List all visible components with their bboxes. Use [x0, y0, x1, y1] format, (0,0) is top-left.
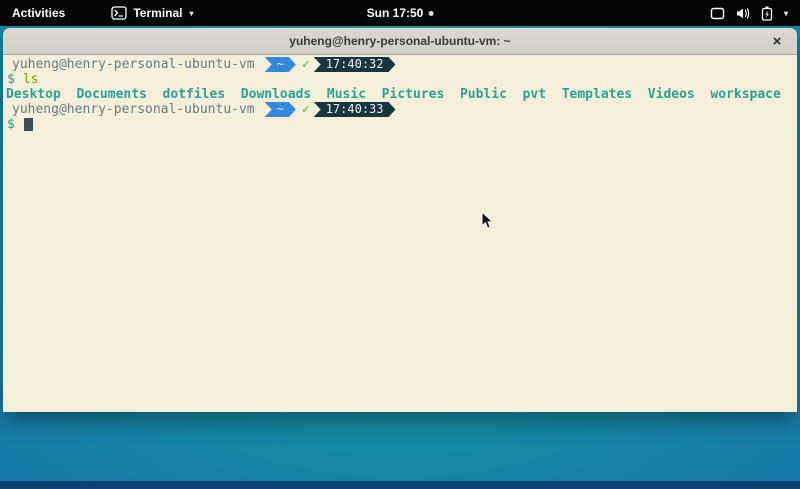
prompt-char: $ — [3, 72, 15, 87]
clock-label: Sun 17:50 — [367, 6, 424, 20]
prompt-user: yuheng@henry-personal-ubuntu-vm — [3, 57, 255, 72]
system-status-menu[interactable]: ▾ — [704, 0, 794, 26]
display-icon — [710, 7, 725, 20]
prompt-time-segment: 17:40:33 — [314, 102, 396, 117]
volume-icon — [735, 7, 751, 20]
desktop-bottom-strip — [0, 481, 800, 489]
activities-button[interactable]: Activities — [0, 0, 77, 26]
prompt-path-segment: ~ — [265, 102, 296, 117]
directory-listing: Desktop Documents dotfiles Downloads Mus… — [3, 87, 797, 102]
notification-dot-icon — [428, 11, 433, 16]
prompt-time-label: 17:40:32 — [326, 57, 384, 72]
terminal-cursor — [24, 118, 33, 131]
close-button[interactable]: × — [767, 31, 787, 51]
prompt-line-1: yuheng@henry-personal-ubuntu-vm ~ ✓ 17:4… — [3, 57, 797, 72]
top-bar: Activities Terminal ▾ Sun 17:50 — [0, 0, 800, 26]
terminal-window: yuheng@henry-personal-ubuntu-vm: ~ × yuh… — [3, 28, 797, 412]
app-menu-terminal[interactable]: Terminal ▾ — [105, 0, 199, 26]
window-titlebar[interactable]: yuheng@henry-personal-ubuntu-vm: ~ × — [3, 28, 797, 55]
prompt-path-label: ~ — [277, 102, 284, 117]
app-menu-label: Terminal — [133, 6, 182, 20]
command-line: $ ls — [3, 72, 797, 87]
prompt-char: $ — [3, 117, 15, 132]
prompt-path-label: ~ — [277, 57, 284, 72]
window-title: yuheng@henry-personal-ubuntu-vm: ~ — [289, 34, 510, 48]
terminal-content[interactable]: yuheng@henry-personal-ubuntu-vm ~ ✓ 17:4… — [3, 55, 797, 412]
battery-charging-icon — [761, 6, 773, 21]
chevron-down-icon: ▾ — [189, 9, 193, 18]
chevron-down-icon: ▾ — [784, 9, 788, 18]
prompt-time-label: 17:40:33 — [326, 102, 384, 117]
clock-button[interactable]: Sun 17:50 — [367, 0, 434, 26]
prompt-user: yuheng@henry-personal-ubuntu-vm — [3, 102, 255, 117]
terminal-icon — [111, 6, 127, 20]
prompt-status-check-icon: ✓ — [302, 57, 310, 72]
prompt-time-segment: 17:40:32 — [314, 57, 396, 72]
command-text: ls — [23, 72, 39, 87]
input-line: $ — [3, 117, 797, 132]
prompt-line-2: yuheng@henry-personal-ubuntu-vm ~ ✓ 17:4… — [3, 102, 797, 117]
prompt-status-check-icon: ✓ — [302, 102, 310, 117]
prompt-path-segment: ~ — [265, 57, 296, 72]
